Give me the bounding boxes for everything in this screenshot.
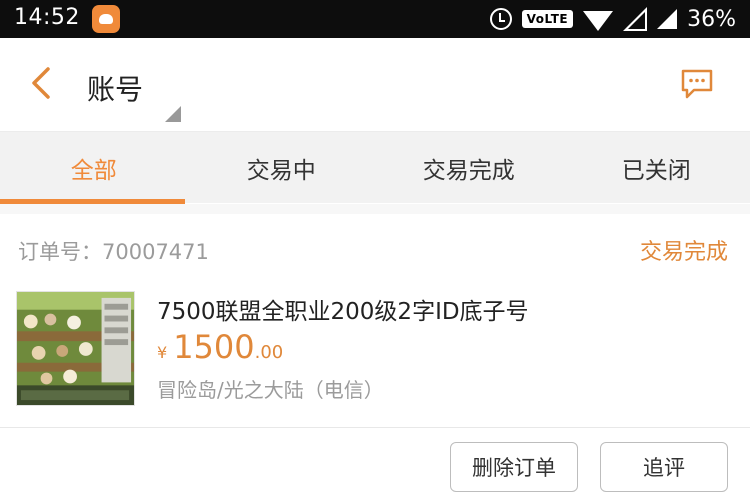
app-header: 账号: [0, 38, 750, 130]
alarm-icon: [489, 8, 512, 30]
app-notification-icon: [92, 5, 120, 33]
price-integer: 1500: [173, 328, 255, 366]
status-icons: VoLTE 36%: [489, 4, 736, 34]
order-status: 交易完成: [639, 240, 728, 265]
wifi-icon: [583, 11, 614, 31]
status-bar: 14:52 VoLTE 36%: [0, 0, 750, 38]
section-gap: [0, 204, 750, 214]
product-server-info: 冒险岛/光之大陆（电信）: [157, 378, 384, 402]
page-title: 账号: [87, 73, 144, 106]
tab-completed[interactable]: 交易完成: [375, 132, 563, 203]
price-decimal: .00: [254, 342, 284, 363]
signal-icon: [657, 9, 678, 29]
status-time: 14:52: [14, 5, 80, 30]
order-number-value: 70007471: [102, 240, 209, 264]
card-divider: [0, 427, 750, 428]
product-thumbnail[interactable]: [16, 291, 135, 406]
dropdown-corner-icon[interactable]: [165, 106, 181, 122]
order-number-label: 订单号：: [18, 240, 102, 264]
signal-empty-icon: [623, 7, 648, 31]
follow-up-review-button[interactable]: 追评: [600, 442, 728, 492]
back-arrow-icon[interactable]: [30, 66, 52, 100]
tab-closed[interactable]: 已关闭: [563, 132, 750, 203]
order-card[interactable]: 订单号：70007471 交易完成 7500联盟全职业200级2字ID底子号 ¥…: [0, 214, 750, 499]
battery-percentage: 36%: [687, 6, 736, 32]
volte-badge: VoLTE: [521, 10, 574, 28]
product-price: ¥1500.00: [157, 328, 283, 366]
tab-in-progress[interactable]: 交易中: [188, 132, 376, 203]
message-icon[interactable]: [680, 68, 714, 100]
order-tabs: 全部 交易中 交易完成 已关闭: [0, 131, 750, 203]
tab-all[interactable]: 全部: [0, 132, 188, 203]
delete-order-button[interactable]: 删除订单: [450, 442, 578, 492]
product-title[interactable]: 7500联盟全职业200级2字ID底子号: [157, 292, 529, 326]
price-currency: ¥: [157, 343, 168, 362]
order-number: 订单号：70007471: [18, 236, 209, 266]
